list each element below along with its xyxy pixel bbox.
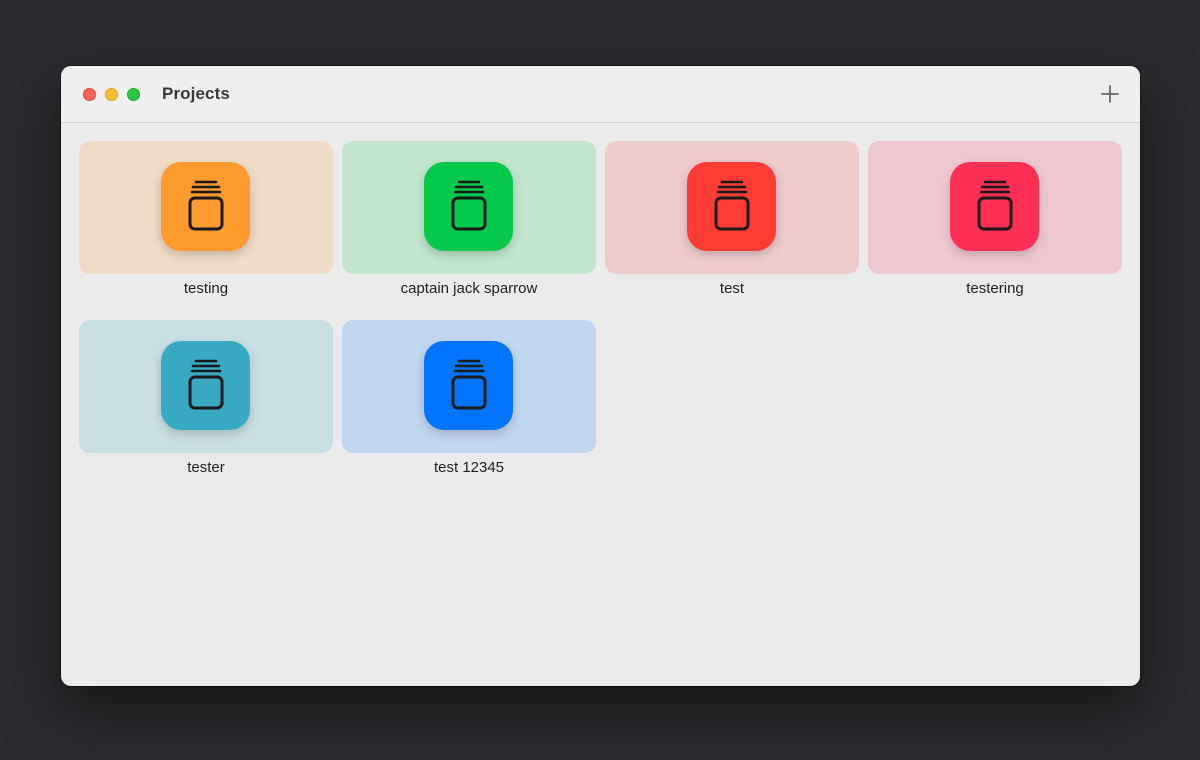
jar-icon (714, 180, 750, 231)
project-app-icon (950, 162, 1039, 251)
add-project-button[interactable] (1098, 82, 1122, 106)
project-tile (342, 320, 596, 453)
project-name: test 12345 (433, 459, 505, 476)
project-app-icon (424, 162, 513, 251)
project-card-testering[interactable]: testering (868, 141, 1122, 297)
project-tile (342, 141, 596, 274)
title-bar: Projects (61, 66, 1140, 123)
project-app-icon (424, 341, 513, 430)
plus-icon (1101, 85, 1119, 103)
zoom-window-button[interactable] (127, 88, 140, 101)
project-app-icon (161, 341, 250, 430)
project-card-testing[interactable]: testing (79, 141, 333, 297)
project-name: captain jack sparrow (400, 280, 538, 297)
project-app-icon (687, 162, 776, 251)
window-title: Projects (162, 84, 230, 103)
project-name: testing (183, 280, 229, 297)
project-tile (868, 141, 1122, 274)
jar-icon (188, 180, 224, 231)
jar-icon (977, 180, 1013, 231)
project-card-test[interactable]: test (605, 141, 859, 297)
jar-icon (188, 359, 224, 410)
project-card-tester[interactable]: tester (79, 320, 333, 476)
close-window-button[interactable] (83, 88, 96, 101)
project-app-icon (161, 162, 250, 251)
project-tile (79, 320, 333, 453)
project-card-test-12345[interactable]: test 12345 (342, 320, 596, 476)
projects-window: Projects testing captain jack sparrow te… (61, 66, 1140, 686)
minimize-window-button[interactable] (105, 88, 118, 101)
jar-icon (451, 359, 487, 410)
project-name: test (719, 280, 745, 297)
jar-icon (451, 180, 487, 231)
project-name: tester (187, 459, 225, 476)
project-tile (605, 141, 859, 274)
project-tile (79, 141, 333, 274)
project-name: testering (966, 280, 1024, 297)
project-card-captain-jack-sparrow[interactable]: captain jack sparrow (342, 141, 596, 297)
